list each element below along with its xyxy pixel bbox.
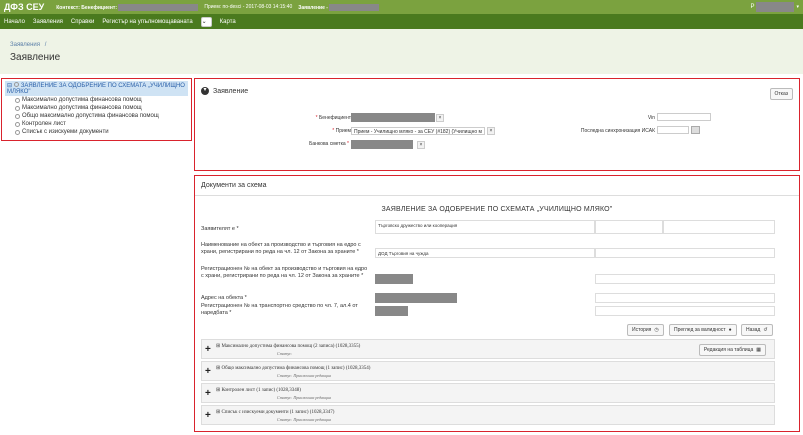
nav-item-home[interactable]: Начало xyxy=(4,19,25,25)
table-icon: ▦ xyxy=(756,347,761,353)
last-sync-input[interactable] xyxy=(657,126,689,134)
breadcrumb: Заявления / xyxy=(10,42,47,48)
page-title: Заявление xyxy=(10,52,61,63)
object-name-extra-cell[interactable] xyxy=(595,248,775,258)
section-title: ⊞ Списък с изискуеми документи (1 запис)… xyxy=(216,410,335,415)
user-menu[interactable]: Р ▾ xyxy=(750,2,799,12)
documents-panel: Документи за схема ЗАЯВЛЕНИЕ ЗА ОДОБРЕНИ… xyxy=(194,175,800,432)
applicant-extra-cell[interactable] xyxy=(595,220,663,234)
expand-icon[interactable]: + xyxy=(205,410,211,421)
section-status: Статус: Приключила редакция xyxy=(277,373,331,378)
redacted-user xyxy=(756,2,795,12)
reception-info: Прием: по-desci - 2017-08-03 14:15:40 xyxy=(204,4,293,10)
main-nav: Начало Заявления Справки Регистър на упъ… xyxy=(0,14,803,29)
history-button[interactable]: История ◷ xyxy=(627,324,664,336)
object-reg-label: Регистрационен № на обект за производств… xyxy=(201,266,368,279)
nav-item-applications[interactable]: Заявления xyxy=(33,19,63,25)
documents-panel-title: Документи за схема xyxy=(195,176,799,196)
object-reg-extra-cell[interactable] xyxy=(595,274,775,284)
cancel-button[interactable]: Отказ xyxy=(769,88,793,100)
applicant-extra-cell[interactable] xyxy=(663,220,775,234)
bank-account-field[interactable] xyxy=(351,140,413,149)
app-brand[interactable]: ДФЗ СЕУ xyxy=(4,2,44,12)
nav-item-registry[interactable]: Регистър на упълномощаваната xyxy=(102,19,192,25)
collapse-panel-icon[interactable]: ▾ xyxy=(201,87,209,95)
section-required-docs[interactable]: + ⊞ Списък с изискуеми документи (1 запи… xyxy=(201,405,775,425)
calendar-icon[interactable] xyxy=(691,126,700,134)
node-circle-icon xyxy=(15,129,20,135)
clear-icon[interactable]: × xyxy=(417,141,425,149)
panel-title: Заявление xyxy=(213,87,249,95)
section-title: ⊞ Общо максимално допустима финансова по… xyxy=(216,366,371,371)
nav-item-map[interactable]: Карта xyxy=(220,19,236,25)
section-status: Статус: Приключила редакция xyxy=(277,417,331,422)
address-label: Адрес на обекта * xyxy=(201,295,247,301)
vehicle-reg-label: Регистрационен № на транспортно средство… xyxy=(201,303,358,316)
vehicle-reg-field[interactable] xyxy=(375,306,408,316)
section-control-list[interactable]: + ⊞ Контролен лист (1 запис) (1028,3348)… xyxy=(201,383,775,403)
top-bar: ДФЗ СЕУ Контекст: Бенефициент: Прием: по… xyxy=(0,0,803,14)
tree-item[interactable]: Максимално допустима финансова помощ xyxy=(15,96,188,104)
application-panel-header: ▾ Заявление xyxy=(195,79,799,95)
registry-dropdown-toggle[interactable]: ⌄ xyxy=(200,16,212,27)
vin-input[interactable] xyxy=(657,113,711,121)
clock-icon: ◷ xyxy=(654,327,659,333)
tree-root[interactable]: ⊟ ЗАЯВЛЕНИЕ ЗА ОДОБРЕНИЕ ПО СХЕМАТА „УЧИ… xyxy=(5,81,188,96)
node-circle-icon xyxy=(15,113,20,119)
application-panel: ▾ Заявление Отказ * Бенефициент × * Прие… xyxy=(194,78,800,171)
beneficiary-label: * Бенефициент xyxy=(315,115,351,121)
vehicle-reg-extra-cell[interactable] xyxy=(595,306,775,316)
last-sync-label: Последна синхронизация ИСАК xyxy=(580,128,655,134)
address-extra-cell[interactable] xyxy=(595,293,775,303)
expand-icon[interactable]: + xyxy=(205,366,211,377)
section-max-aid[interactable]: + ⊞ Максимално допустима финансова помощ… xyxy=(201,339,775,359)
applicant-label: Заявителят е * xyxy=(201,226,239,232)
back-button[interactable]: Назад ↺ xyxy=(741,324,773,336)
tree-item[interactable]: Контролен лист xyxy=(15,120,188,128)
chevron-down-icon: ⌄ xyxy=(201,18,207,25)
redacted-beneficiary xyxy=(118,3,199,11)
breadcrumb-applications[interactable]: Заявления xyxy=(10,42,40,48)
check-circle-icon: ● xyxy=(728,327,732,333)
form-title: ЗАЯВЛЕНИЕ ЗА ОДОБРЕНИЕ ПО СХЕМАТА „УЧИЛИ… xyxy=(381,206,613,213)
validity-check-button[interactable]: Преглед за валидност ● xyxy=(669,324,737,336)
chevron-down-icon: ▾ xyxy=(796,4,799,10)
node-circle-icon xyxy=(15,105,20,111)
object-reg-field[interactable] xyxy=(375,274,413,284)
tree-item[interactable]: Общо максимално допустима финансова помо… xyxy=(15,112,188,120)
section-status: Статус: Приключила редакция xyxy=(277,395,331,400)
bank-account-label: Банкова сметка * xyxy=(309,141,349,147)
page-header: Заявления / Заявление xyxy=(0,29,803,74)
object-name-field[interactable]: ДОД Търговия на чужда xyxy=(375,248,595,258)
tree-item[interactable]: Максимално допустима финансова помощ xyxy=(15,104,188,112)
section-title: ⊞ Контролен лист (1 запис) (1028,3348) xyxy=(216,388,301,393)
address-field[interactable] xyxy=(375,293,457,303)
applicant-info: Заявление - xyxy=(298,3,380,11)
redacted-applicant xyxy=(329,3,380,11)
clear-icon[interactable]: × xyxy=(487,127,495,135)
section-title: ⊞ Максимално допустима финансова помощ (… xyxy=(216,344,361,349)
vin-label: Vin xyxy=(647,115,655,121)
document-tree: ⊟ ЗАЯВЛЕНИЕ ЗА ОДОБРЕНИЕ ПО СХЕМАТА „УЧИ… xyxy=(1,78,192,141)
section-total-max-aid[interactable]: + ⊞ Общо максимално допустима финансова … xyxy=(201,361,775,381)
reception-select[interactable]: Прием - Училищно мляко - за СЕУ (#182) (… xyxy=(351,127,485,135)
edit-table-button[interactable]: Редакция на таблица ▦ xyxy=(698,344,766,356)
beneficiary-field[interactable] xyxy=(351,113,435,122)
node-circle-icon xyxy=(15,97,20,103)
tree-item[interactable]: Списък с изискуеми документи xyxy=(15,128,188,136)
node-circle-icon xyxy=(15,121,20,127)
object-name-label: Наименование на обект за производство и … xyxy=(201,242,361,255)
context-label: Контекст: Бенефициент: xyxy=(56,3,199,11)
applicant-field[interactable]: Търговско дружество или кооперация xyxy=(375,220,595,234)
node-circle-icon xyxy=(13,82,19,87)
nav-item-reports[interactable]: Справки xyxy=(71,19,94,25)
expand-icon[interactable]: + xyxy=(205,388,211,399)
reception-label: * Прием xyxy=(332,128,351,134)
clear-icon[interactable]: × xyxy=(436,114,444,122)
expand-icon[interactable]: + xyxy=(205,344,211,355)
undo-icon: ↺ xyxy=(763,327,768,333)
section-status: Статус: xyxy=(277,351,293,356)
